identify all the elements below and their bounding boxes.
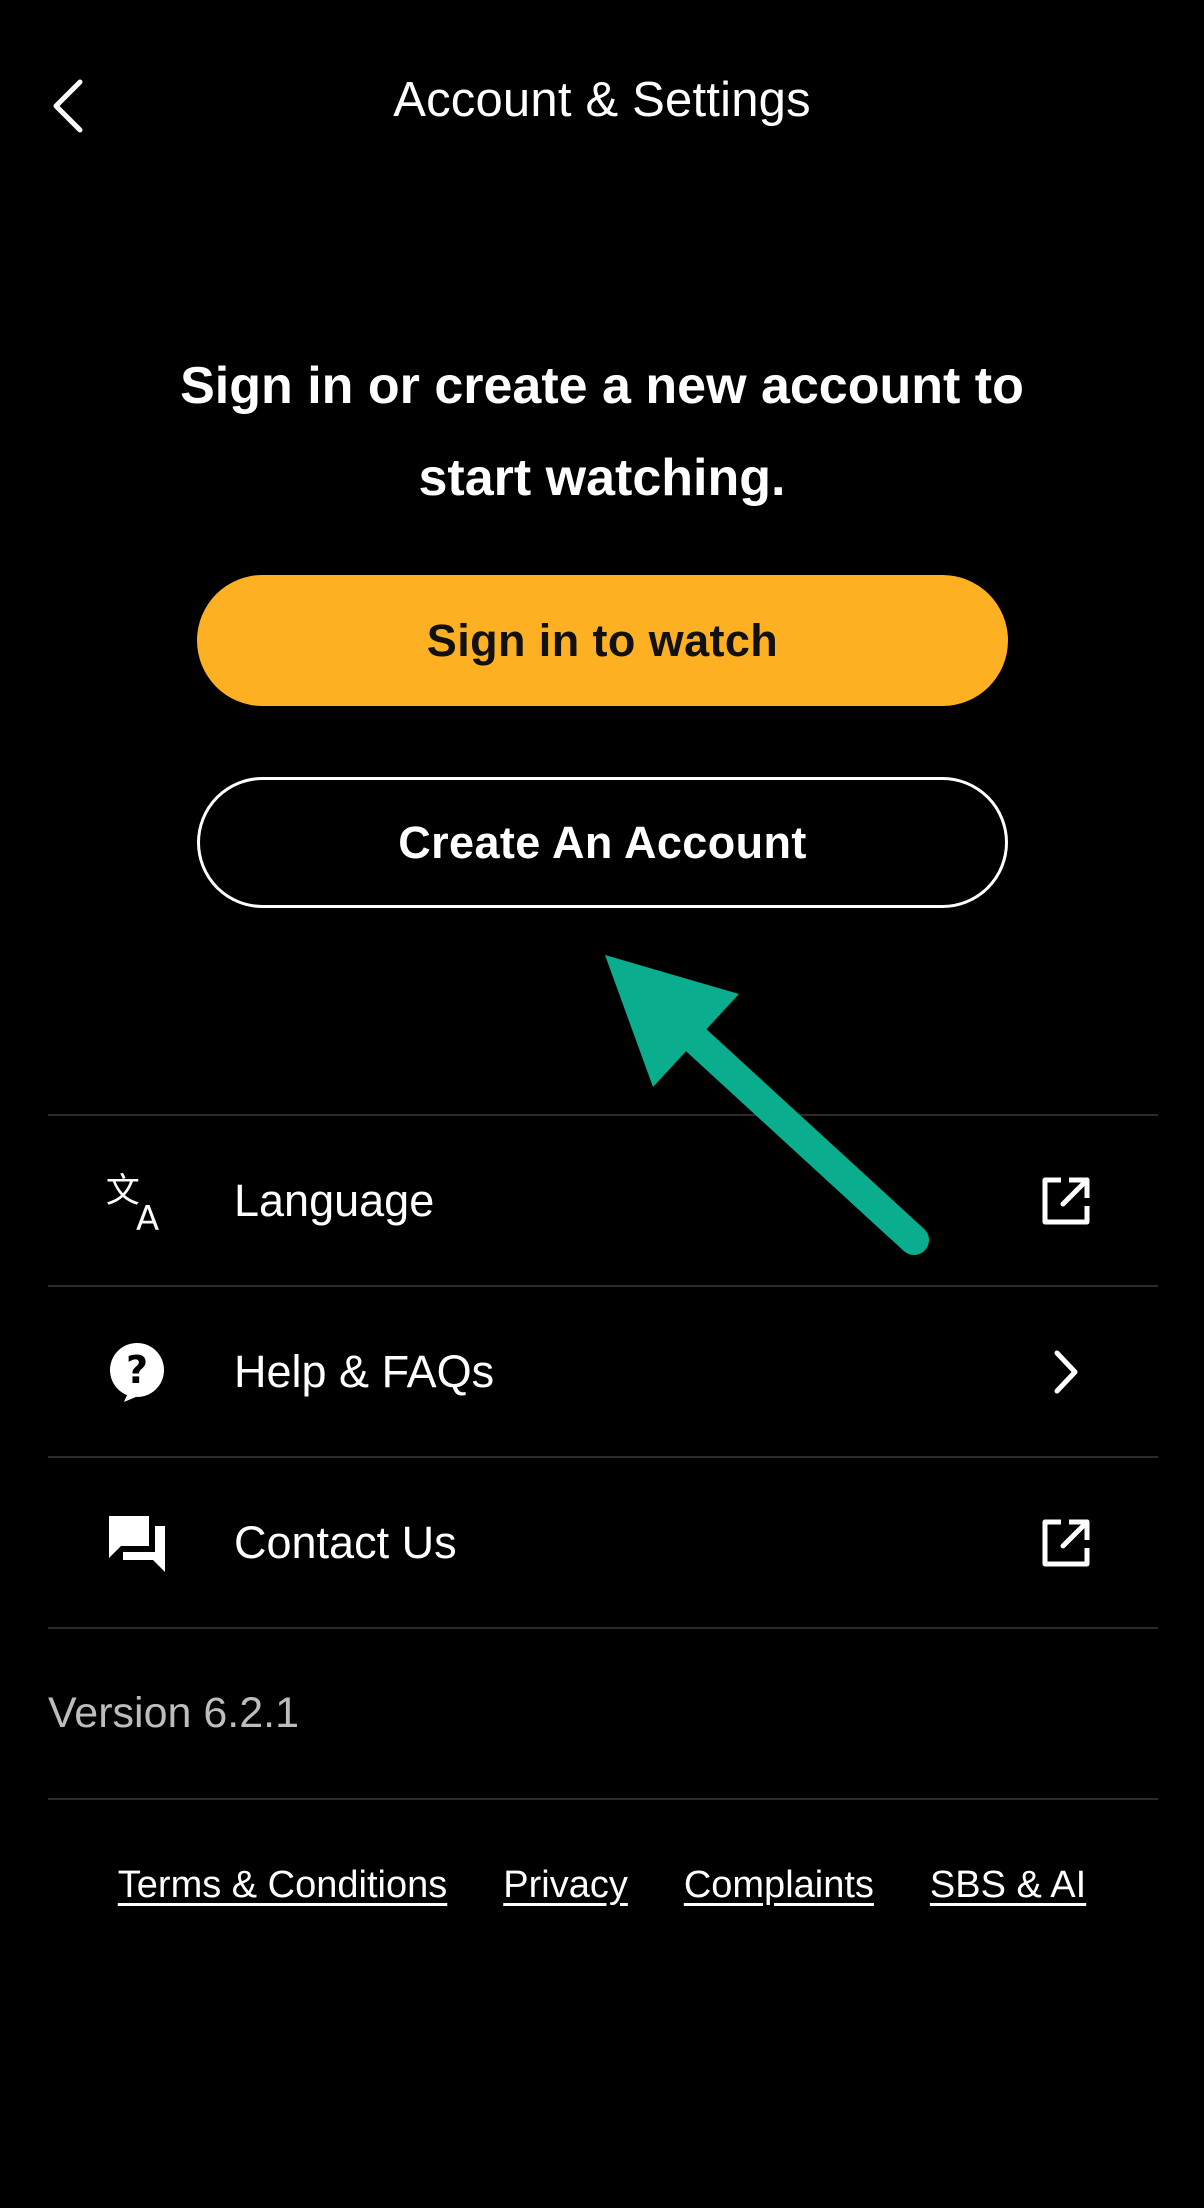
create-account-button-label: Create An Account <box>398 816 807 868</box>
privacy-link[interactable]: Privacy <box>503 1864 628 1907</box>
chat-bubbles-icon <box>104 1510 170 1576</box>
svg-text:文: 文 <box>106 1170 140 1210</box>
version-row: Version 6.2.1 <box>48 1629 1158 1798</box>
menu-item-language[interactable]: 文 A Language <box>48 1116 1158 1285</box>
svg-text:A: A <box>136 1199 159 1236</box>
menu-item-label: Contact Us <box>234 1516 457 1568</box>
footer-links: Terms & Conditions Privacy Complaints SB… <box>0 1864 1204 1907</box>
external-link-icon <box>1038 1515 1094 1571</box>
divider <box>48 1798 1158 1800</box>
complaints-link[interactable]: Complaints <box>684 1864 874 1907</box>
sign-in-prompt: Sign in or create a new account to start… <box>180 357 1024 507</box>
sign-in-button[interactable]: Sign in to watch <box>197 575 1008 706</box>
header: Account & Settings <box>0 0 1204 210</box>
page-title: Account & Settings <box>393 73 811 127</box>
menu-item-label: Language <box>234 1174 435 1226</box>
menu-item-contact[interactable]: Contact Us <box>48 1458 1158 1627</box>
create-account-button[interactable]: Create An Account <box>197 777 1008 908</box>
menu-item-help[interactable]: ? Help & FAQs <box>48 1287 1158 1456</box>
sign-in-button-label: Sign in to watch <box>426 614 779 666</box>
chevron-right-icon <box>1038 1344 1094 1400</box>
menu-item-label: Help & FAQs <box>234 1345 495 1397</box>
sbs-ai-link[interactable]: SBS & AI <box>930 1864 1086 1907</box>
settings-menu: 文 A Language ? Help & FAQs Contact Us Ve… <box>48 1114 1158 1800</box>
svg-text:?: ? <box>126 1348 148 1392</box>
external-link-icon <box>1038 1173 1094 1229</box>
help-circle-icon: ? <box>104 1339 170 1405</box>
app-version: Version 6.2.1 <box>48 1689 300 1737</box>
translate-icon: 文 A <box>104 1168 170 1236</box>
terms-link[interactable]: Terms & Conditions <box>118 1864 447 1907</box>
